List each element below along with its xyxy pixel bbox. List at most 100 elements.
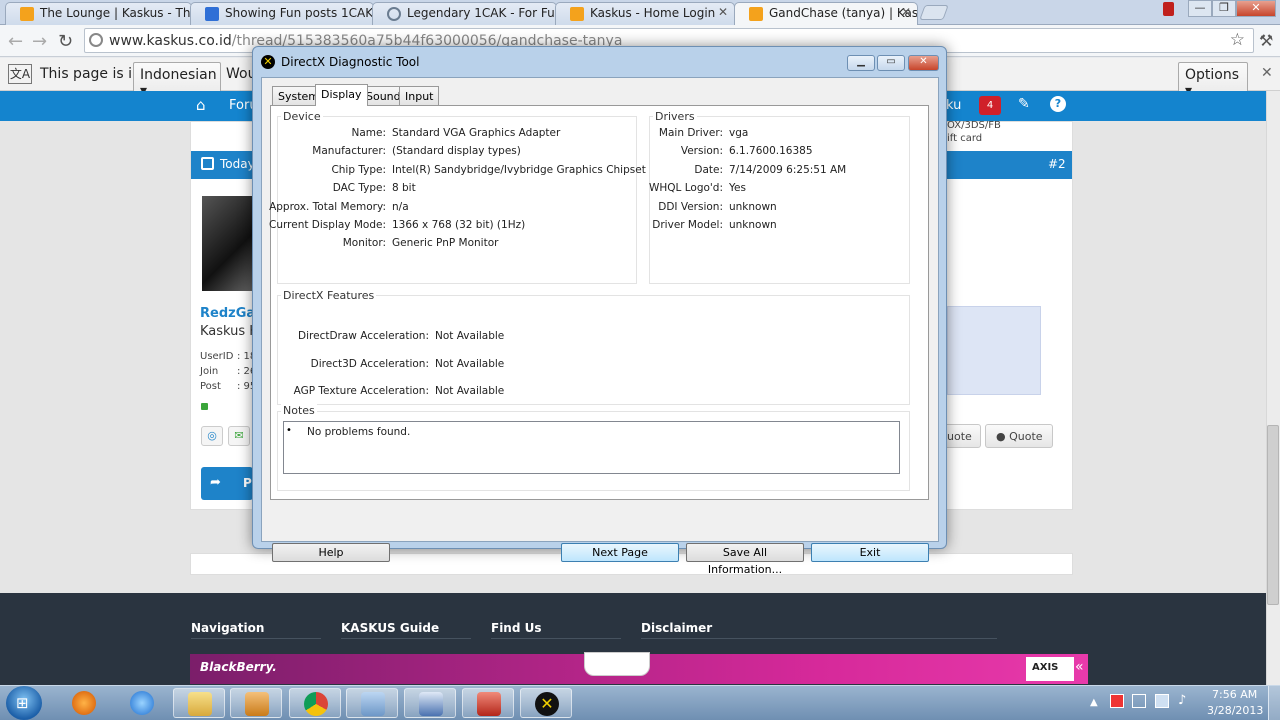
kaskus-icon [749, 7, 763, 21]
extension-icon[interactable] [1163, 2, 1174, 16]
browser-tab-active[interactable]: GandChase (tanya) | Kaskus ✕ [734, 2, 918, 25]
feature-field-value: Not Available [435, 357, 505, 370]
dialog-close-button[interactable]: ✕ [908, 55, 939, 71]
close-tab-icon[interactable]: ✕ [901, 5, 911, 19]
options-label: Options [1185, 67, 1240, 83]
network-icon[interactable] [1132, 694, 1146, 708]
clock-time[interactable]: 7:56 AM [1212, 688, 1257, 701]
driver-field-label: WHQL Logo'd: [649, 182, 723, 195]
tab-label: Sound [366, 90, 401, 103]
tab-label: Input [405, 90, 434, 103]
message-icon[interactable]: ✉ [228, 426, 250, 446]
pencil-icon[interactable]: ✎ [1018, 96, 1030, 112]
notification-badge[interactable]: 4 [979, 96, 1001, 115]
footer-heading: Find Us [491, 621, 542, 635]
driver-field-value: unknown [729, 200, 777, 213]
feature-field-label: AGP Texture Acceleration: [293, 385, 429, 398]
post-number[interactable]: #2 [1048, 157, 1066, 171]
checkbox-icon[interactable] [201, 157, 214, 170]
taskbar-control-panel[interactable] [346, 688, 398, 718]
dialog-title: DirectX Diagnostic Tool [281, 55, 420, 69]
tab-input[interactable]: Input [399, 86, 440, 105]
action-center-icon[interactable] [1110, 694, 1124, 708]
reply-arrow-icon: ➦ [210, 475, 221, 490]
footer-divider [341, 638, 471, 639]
taskbar-chrome[interactable] [289, 688, 341, 718]
driver-field-label: Date: [694, 163, 723, 176]
translate-prompt: This page is in [40, 66, 141, 82]
sidebar-text: OX/3DS/FB [947, 120, 1001, 131]
profile-icon[interactable]: ◎ [201, 426, 223, 446]
forward-icon[interactable]: → [32, 31, 47, 52]
bookmark-star-icon[interactable]: ☆ [1230, 30, 1245, 50]
device-field-value: (Standard display types) [392, 145, 521, 158]
ad-brand: BlackBerry. [200, 660, 277, 674]
tab-display[interactable]: Display [315, 84, 368, 106]
help-icon[interactable]: ? [1050, 96, 1066, 112]
footer-divider [191, 638, 321, 639]
device-field-label: Approx. Total Memory: [269, 200, 386, 213]
show-desktop-button[interactable] [1268, 686, 1280, 720]
browser-tab[interactable]: Kaskus - Home Login ✕ [555, 2, 735, 25]
taskbar-media-player[interactable] [230, 688, 282, 718]
taskbar-internet-explorer[interactable] [116, 688, 168, 718]
quote-button[interactable]: ● Quote [985, 424, 1053, 448]
monitor-tray-icon[interactable] [1155, 694, 1169, 708]
taskbar-display-settings[interactable] [404, 688, 456, 718]
help-button[interactable]: Help [272, 543, 390, 562]
wrench-menu-icon[interactable]: ⚒ [1259, 31, 1273, 50]
reply-label: P [243, 476, 252, 490]
browser-tab[interactable]: The Lounge | Kaskus - The I [5, 2, 192, 25]
minimize-window-button[interactable]: — [1188, 0, 1212, 17]
show-hidden-icons[interactable]: ▲ [1090, 697, 1098, 708]
page-info-icon[interactable] [89, 33, 103, 47]
ad-collapse-icon[interactable]: « [1075, 659, 1084, 675]
driver-field-value: unknown [729, 219, 777, 231]
close-window-button[interactable]: ✕ [1236, 0, 1276, 17]
back-icon[interactable]: ← [8, 31, 23, 52]
volume-icon[interactable]: ♪ [1178, 693, 1186, 708]
start-button[interactable]: ⊞ [6, 686, 42, 720]
note-item: No problems found. [307, 426, 411, 438]
dialog-maximize-button[interactable]: ▭ [877, 55, 905, 71]
close-tab-icon[interactable]: ✕ [718, 5, 728, 19]
onecak-icon [205, 7, 219, 21]
driver-field-value: vga [729, 127, 749, 139]
group-heading: DirectX Features [281, 289, 377, 302]
footer-divider [641, 638, 997, 639]
ad-partner: AXIS [1026, 657, 1074, 681]
taskbar-toolbox[interactable] [462, 688, 514, 718]
home-icon[interactable]: ⌂ [196, 96, 206, 114]
taskbar-explorer[interactable] [173, 688, 225, 718]
taskbar-firefox[interactable] [58, 688, 110, 718]
reply-button[interactable]: ➦ P [201, 467, 253, 500]
feature-field-label: DirectDraw Acceleration: [298, 330, 429, 342]
advert-banner[interactable]: BlackBerry. AXIS « [190, 652, 1088, 684]
close-translate-icon[interactable]: ✕ [1261, 65, 1273, 81]
display-tab-panel: Device Drivers DirectX Features Notes • … [269, 105, 929, 500]
dialog-minimize-button[interactable]: ▁ [847, 55, 875, 71]
reload-icon[interactable]: ↻ [58, 31, 73, 52]
my-kaskus-link[interactable]: ku [946, 98, 961, 113]
tab-title: Legendary 1CAK - For Fun [407, 6, 557, 20]
notes-textbox[interactable]: • No problems found. [283, 421, 900, 474]
footer-heading: Disclaimer [641, 621, 713, 635]
media-player-icon [245, 692, 269, 716]
exit-button[interactable]: Exit [811, 543, 929, 562]
device-field-label: Name: [351, 127, 386, 139]
taskbar-dxdiag[interactable]: ✕ [520, 688, 572, 718]
language-value: Indonesian [140, 67, 217, 83]
clock-date[interactable]: 3/28/2013 [1207, 704, 1263, 717]
monitor-icon [419, 692, 443, 716]
tab-title: Kaskus - Home Login [590, 6, 716, 20]
maximize-window-button[interactable]: ❐ [1212, 0, 1236, 17]
browser-tab[interactable]: Legendary 1CAK - For Fun [372, 2, 557, 25]
device-field-label: DAC Type: [332, 182, 386, 195]
footer-heading: KASKUS Guide [341, 621, 440, 635]
scrollbar-thumb[interactable] [1267, 425, 1279, 605]
next-page-button[interactable]: Next Page [561, 543, 679, 562]
browser-tab[interactable]: Showing Fun posts 1CAK - I [190, 2, 374, 25]
save-all-information-button[interactable]: Save All Information... [686, 543, 804, 576]
avatar[interactable] [202, 196, 254, 291]
new-tab-button[interactable] [919, 5, 949, 20]
